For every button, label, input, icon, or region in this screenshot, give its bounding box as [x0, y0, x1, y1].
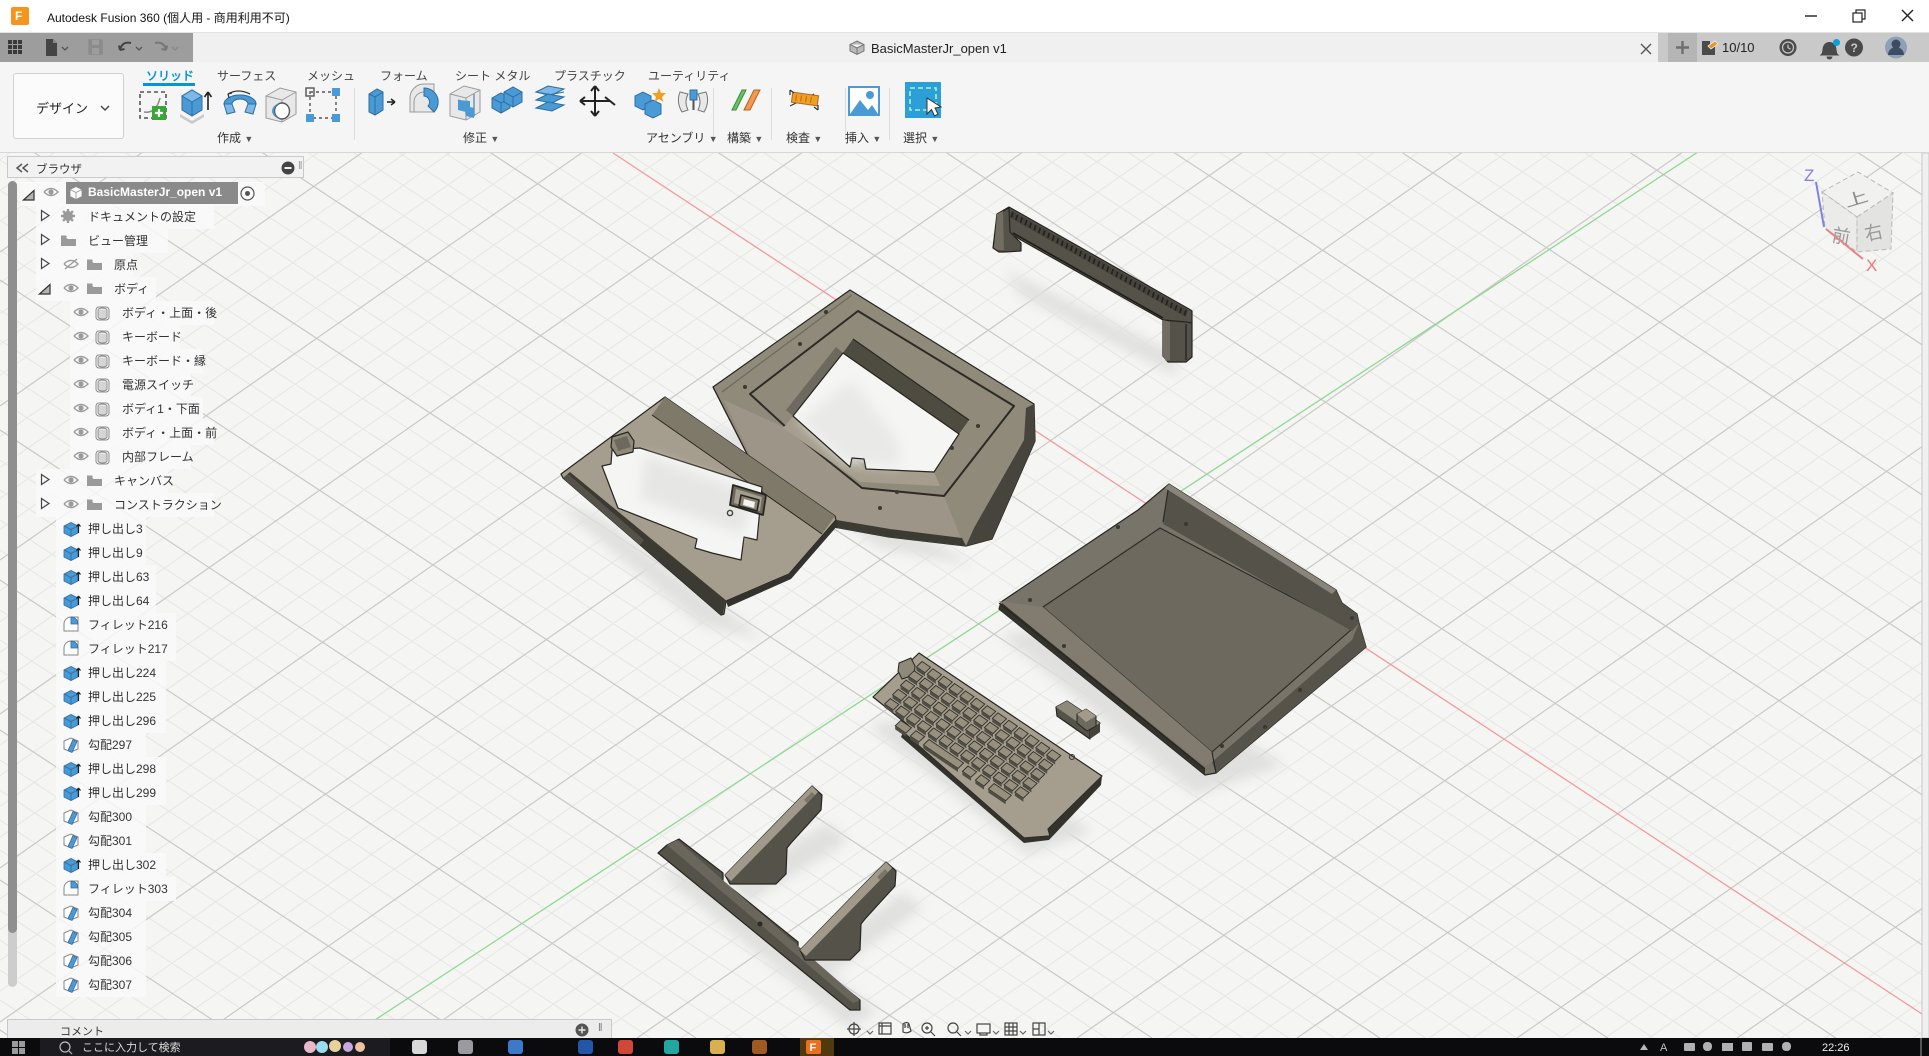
svg-text:F: F: [810, 1042, 817, 1054]
svg-text:?: ?: [1851, 41, 1858, 55]
svg-text:A: A: [1660, 1042, 1668, 1054]
svg-text:22:26: 22:26: [1822, 1042, 1850, 1054]
svg-text:X: X: [1866, 256, 1877, 275]
svg-text:Z: Z: [1804, 166, 1814, 185]
svg-text:ここに入力して検索: ここに入力して検索: [82, 1040, 181, 1054]
svg-text:10/10: 10/10: [1722, 40, 1755, 55]
